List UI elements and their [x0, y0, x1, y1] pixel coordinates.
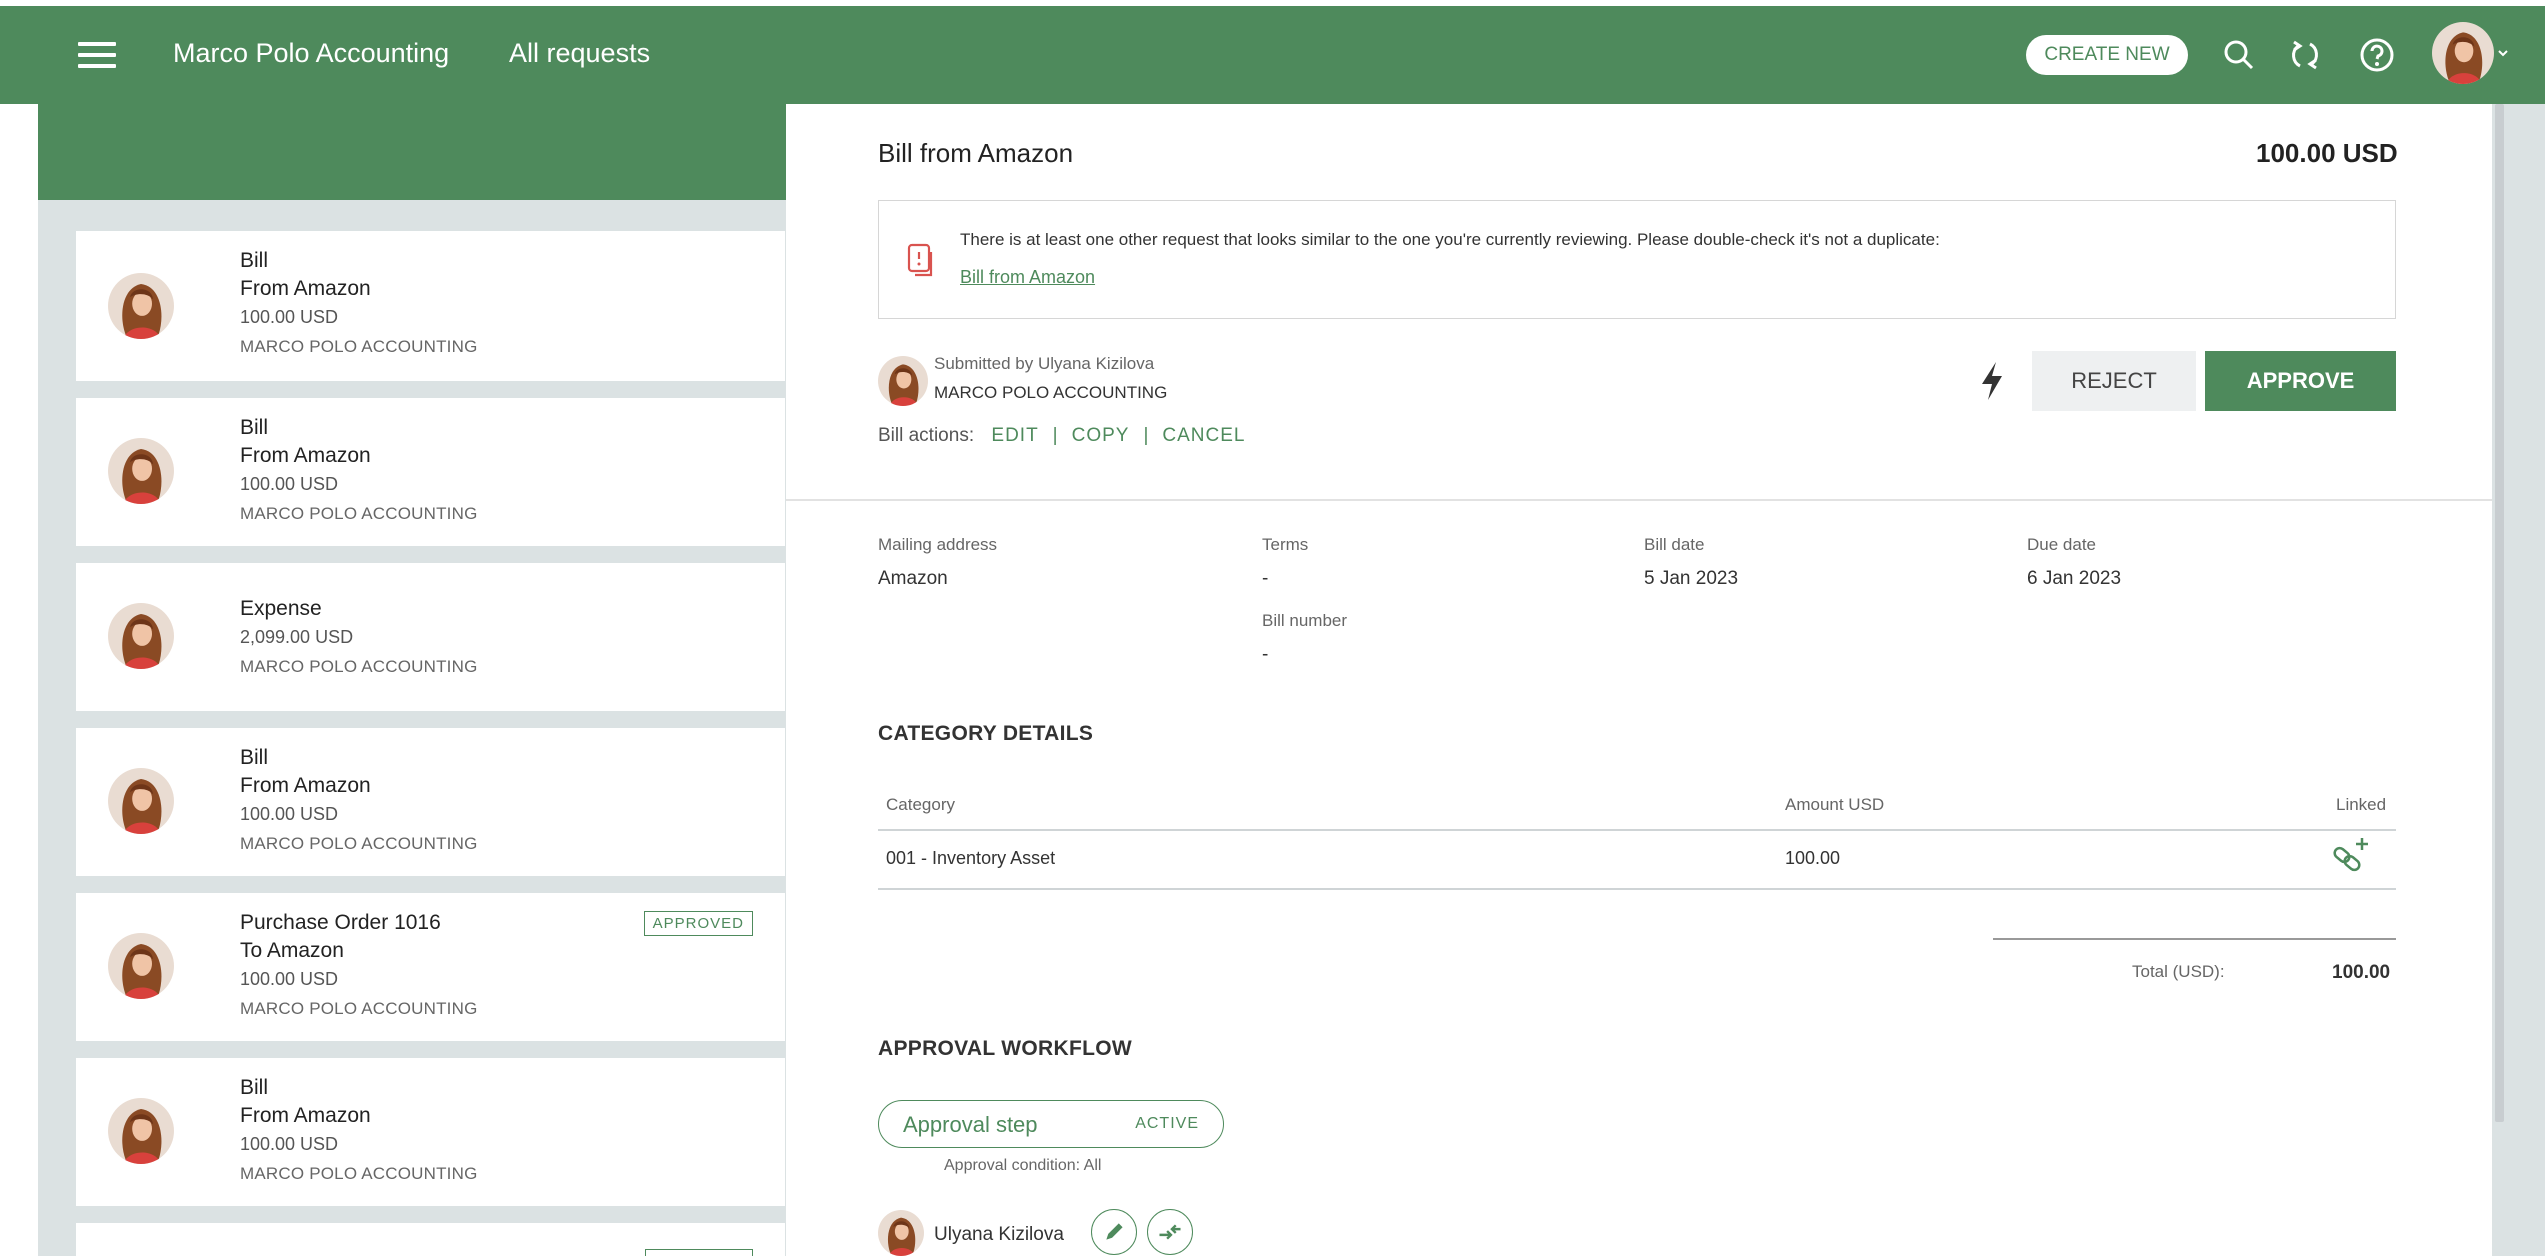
bill-actions-label: Bill actions: [878, 425, 975, 446]
list-item[interactable]: Expense 2,099.00 USD MARCO POLO ACCOUNTI… [76, 563, 785, 711]
column-header-category: Category [886, 795, 955, 814]
request-amount: 100.00 USD [240, 804, 339, 824]
request-party: To Amazon [240, 939, 344, 962]
separator: | [1052, 425, 1058, 446]
avatar [108, 438, 174, 504]
approval-condition: Approval condition: All [944, 1157, 1102, 1174]
column-header-amount: Amount USD [1785, 795, 1885, 814]
request-type: Bill [240, 416, 269, 439]
avatar [108, 273, 174, 339]
request-party: From Amazon [240, 774, 371, 797]
breadcrumb-page: All requests [509, 38, 651, 68]
reassign-icon[interactable] [1147, 1209, 1193, 1255]
separator: | [1143, 425, 1149, 446]
request-amount: 100.00 USD [240, 474, 339, 494]
request-amount: 2,099.00 USD [240, 627, 354, 647]
avatar [108, 603, 174, 669]
amount-cell: 100.00 [1785, 848, 1841, 868]
request-type: Purchase Order 1016 [240, 911, 441, 934]
bill-date-value: 5 Jan 2023 [1644, 568, 1739, 589]
category-cell: 001 - Inventory Asset [886, 848, 1056, 868]
lightning-icon[interactable] [1978, 360, 2006, 402]
category-details-heading: CATEGORY DETAILS [878, 722, 1094, 745]
detail-amount: 100.00 USD [2256, 138, 2398, 168]
due-date-value: 6 Jan 2023 [2027, 568, 2122, 589]
total-label: Total (USD): [2132, 962, 2225, 981]
submitted-by: Submitted by Ulyana Kizilova [934, 354, 1155, 373]
edit-icon[interactable] [1091, 1209, 1137, 1255]
terms-value: - [1262, 568, 1269, 589]
sync-icon[interactable] [2284, 34, 2326, 76]
request-amount: 100.00 USD [240, 1134, 339, 1154]
duplicate-warning [878, 200, 2396, 319]
mailing-address-value: Amazon [878, 568, 948, 589]
list-item[interactable]: Bill From Amazon 100.00 USD MARCO POLO A… [76, 1058, 785, 1206]
link-add-icon[interactable] [2328, 836, 2370, 876]
approve-button[interactable]: APPROVE [2205, 351, 2396, 411]
total-divider [1993, 938, 2396, 940]
request-type: Bill [240, 1076, 269, 1099]
avatar[interactable] [2432, 22, 2494, 84]
mailing-address-label: Mailing address [878, 535, 998, 554]
step-status: ACTIVE [1135, 1115, 1199, 1132]
column-header-linked: Linked [2336, 795, 2387, 814]
request-party: From Amazon [240, 277, 371, 300]
step-name: Approval step [903, 1112, 1038, 1137]
duplicate-notice: There is at least one other request that… [960, 230, 1940, 249]
list-item[interactable]: Bill From Amazon 100.00 USD MARCO POLO A… [76, 231, 785, 381]
approver-name: Ulyana Kizilova [934, 1224, 1064, 1245]
table-divider [878, 888, 2396, 890]
approval-workflow-heading: APPROVAL WORKFLOW [878, 1037, 1132, 1060]
bill-actions: Bill actions: EDIT | COPY | CANCEL [878, 425, 1245, 447]
bill-number-label: Bill number [1262, 611, 1348, 630]
bill-date-label: Bill date [1644, 535, 1705, 554]
request-amount: 100.00 USD [240, 969, 339, 989]
table-divider [878, 829, 2396, 831]
request-type: Bill [240, 746, 269, 769]
create-new-button[interactable]: CREATE NEW [2026, 35, 2188, 75]
list-item[interactable] [76, 1223, 785, 1256]
status-badge: APPROVED [643, 911, 753, 936]
request-org: MARCO POLO ACCOUNTING [240, 1164, 478, 1183]
terms-label: Terms [1262, 535, 1309, 554]
request-type: Bill [240, 249, 269, 272]
avatar [878, 1210, 924, 1256]
approval-step[interactable]: Approval step ACTIVE [878, 1100, 1224, 1148]
duplicate-link[interactable]: Bill from Amazon [960, 267, 1095, 288]
help-icon[interactable] [2356, 34, 2398, 76]
request-type: Expense [240, 597, 322, 620]
avatar [878, 356, 928, 406]
list-item[interactable]: Purchase Order 1016 To Amazon 100.00 USD… [76, 893, 785, 1041]
request-party: From Amazon [240, 1104, 371, 1127]
request-org: MARCO POLO ACCOUNTING [240, 657, 478, 676]
request-org: MARCO POLO ACCOUNTING [240, 504, 478, 523]
submitter-org: MARCO POLO ACCOUNTING [934, 383, 1168, 402]
request-amount: 100.00 USD [240, 307, 339, 327]
menu-icon[interactable] [78, 42, 116, 68]
bill-number-value: - [1262, 644, 1269, 665]
avatar [108, 933, 174, 999]
request-party: From Amazon [240, 444, 371, 467]
avatar [108, 1098, 174, 1164]
request-org: MARCO POLO ACCOUNTING [240, 999, 478, 1018]
reject-button[interactable]: REJECT [2032, 351, 2196, 411]
request-org: MARCO POLO ACCOUNTING [240, 834, 478, 853]
avatar [108, 768, 174, 834]
list-item[interactable]: Bill From Amazon 100.00 USD MARCO POLO A… [76, 398, 785, 546]
total-value: 100.00 [2332, 962, 2391, 983]
duplicate-icon [907, 243, 933, 277]
request-org: MARCO POLO ACCOUNTING [240, 337, 478, 356]
search-icon[interactable] [2218, 34, 2260, 76]
page-title: Bill from Amazon [878, 138, 1074, 168]
list-item[interactable]: Bill From Amazon 100.00 USD MARCO POLO A… [76, 728, 785, 876]
copy-link[interactable]: COPY [1072, 425, 1130, 446]
due-date-label: Due date [2027, 535, 2096, 554]
edit-link[interactable]: EDIT [991, 425, 1038, 446]
cancel-link[interactable]: CANCEL [1162, 425, 1245, 446]
breadcrumb-company[interactable]: Marco Polo Accounting [173, 38, 449, 69]
caret-down-icon[interactable] [2496, 46, 2510, 60]
status-badge [645, 1249, 753, 1256]
scrollbar[interactable] [2495, 104, 2504, 1122]
divider [786, 499, 2492, 501]
